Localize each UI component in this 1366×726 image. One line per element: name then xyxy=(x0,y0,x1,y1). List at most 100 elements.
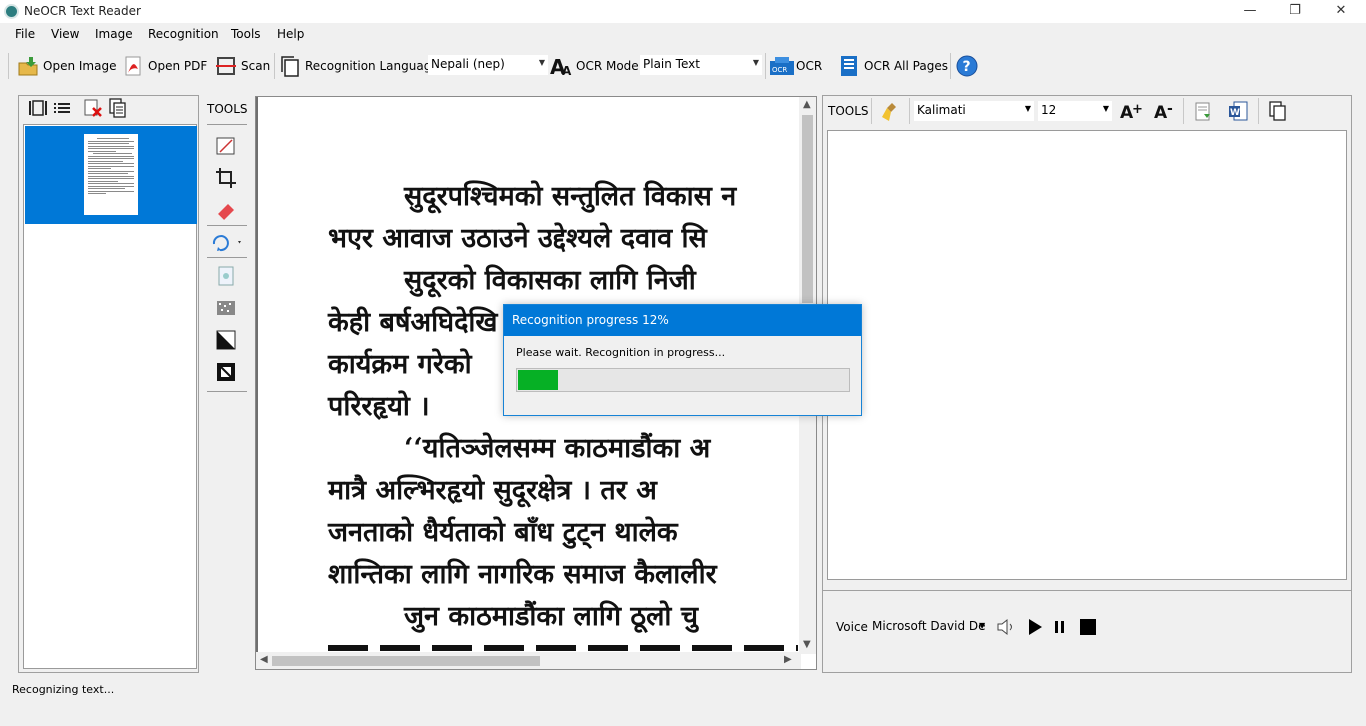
export-word-icon[interactable]: W xyxy=(1227,100,1249,125)
rotate-dropdown-icon[interactable] xyxy=(210,231,242,253)
svg-text:A: A xyxy=(562,64,572,77)
delete-page-icon[interactable] xyxy=(83,98,103,121)
draw-region-icon[interactable] xyxy=(215,135,237,157)
pdf-icon xyxy=(122,55,144,77)
voice-label: Voice xyxy=(836,620,868,634)
decrease-font-icon[interactable]: A- xyxy=(1153,100,1177,125)
increase-font-icon[interactable]: A + xyxy=(1119,100,1143,125)
document-ocr-icon xyxy=(838,55,860,77)
font-size-value: 12 xyxy=(1041,103,1057,117)
document-line: भएर आवाज उठाउने उद्देश्यले दवाव सि xyxy=(328,223,707,254)
recognition-language-label: Recognition Language xyxy=(305,59,439,73)
recognition-language-select[interactable]: Nepali (nep) ▼ xyxy=(428,55,548,75)
help-icon: ? xyxy=(956,55,978,77)
open-pdf-button[interactable]: Open PDF xyxy=(122,51,207,81)
recognized-text-panel: TOOLS Kalimati ▼ 12 ▼ A + A- W Voice Mic… xyxy=(822,95,1352,673)
ocr-all-pages-button[interactable]: OCR All Pages xyxy=(838,51,948,81)
crop-icon[interactable] xyxy=(215,167,237,189)
page-thumbnail-list[interactable] xyxy=(23,124,197,669)
close-button[interactable]: ✕ xyxy=(1318,0,1364,23)
help-button[interactable]: ? xyxy=(956,51,982,81)
font-size-select[interactable]: 12 ▼ xyxy=(1038,101,1112,121)
scroll-left-icon[interactable]: ◀ xyxy=(260,654,268,665)
save-text-icon[interactable] xyxy=(1192,101,1214,126)
image-tools-column: TOOLS xyxy=(204,95,249,395)
contrast-icon[interactable] xyxy=(215,329,237,351)
recognition-progress-dialog: Recognition progress 12% Please wait. Re… xyxy=(503,304,862,416)
menu-bar: File View Image Recognition Tools Help xyxy=(0,23,1366,45)
ocr-icon: OCR xyxy=(770,55,794,77)
copy-pages-icon[interactable] xyxy=(108,98,128,121)
font-size-icon: AA xyxy=(550,55,572,79)
menu-recognition[interactable]: Recognition xyxy=(148,27,219,41)
chevron-down-icon: ▼ xyxy=(1102,104,1109,113)
chevron-down-icon: ▼ xyxy=(1024,104,1031,113)
menu-view[interactable]: View xyxy=(51,27,79,41)
ocr-mode-select[interactable]: Plain Text ▼ xyxy=(640,55,762,75)
recognition-language-control: Recognition Language xyxy=(279,51,439,81)
thumbnail-view-icon[interactable] xyxy=(28,99,48,120)
voice-value: Microsoft David De xyxy=(872,619,986,633)
image-tools-label: TOOLS xyxy=(207,102,248,116)
scroll-right-icon[interactable]: ▶ xyxy=(784,654,792,665)
ocr-mode-control: AA OCR Mode xyxy=(550,51,639,81)
pages-icon xyxy=(279,55,301,77)
denoise-icon[interactable] xyxy=(215,297,237,319)
text-tools-label: TOOLS xyxy=(828,104,869,118)
open-image-button[interactable]: Open Image xyxy=(17,51,116,81)
scroll-up-icon[interactable]: ▲ xyxy=(803,99,811,110)
scan-button[interactable]: Scan xyxy=(215,51,270,81)
vertical-scroll-thumb[interactable] xyxy=(802,115,813,303)
chevron-down-icon: ▼ xyxy=(979,621,986,630)
speaker-icon[interactable] xyxy=(995,616,1017,641)
document-line: शान्तिका लागि नागरिक समाज कैलालीर xyxy=(328,559,717,590)
scroll-down-icon[interactable]: ▼ xyxy=(803,639,811,650)
app-icon xyxy=(4,4,19,19)
page-image-icon[interactable] xyxy=(215,265,237,287)
ocr-button[interactable]: OCR OCR xyxy=(770,51,822,81)
clear-text-icon[interactable] xyxy=(880,101,902,126)
page-thumbnail-selected[interactable] xyxy=(25,126,197,224)
window-title: NeOCR Text Reader xyxy=(24,4,141,18)
invert-icon[interactable] xyxy=(215,361,237,383)
recognized-text-area[interactable] xyxy=(827,130,1347,580)
menu-tools[interactable]: Tools xyxy=(231,27,261,41)
open-folder-icon xyxy=(17,55,39,77)
ocr-mode-label: OCR Mode xyxy=(576,59,639,73)
document-line: सुदूरको विकासका लागि निजी xyxy=(404,265,696,296)
copy-text-icon[interactable] xyxy=(1268,101,1288,124)
chevron-down-icon: ▼ xyxy=(752,58,759,67)
dialog-title: Recognition progress 12% xyxy=(504,305,861,336)
restore-button[interactable]: ❐ xyxy=(1272,0,1318,23)
title-bar: NeOCR Text Reader — ❐ ✕ xyxy=(0,0,1366,23)
scan-label: Scan xyxy=(241,59,271,73)
pages-panel xyxy=(18,95,199,673)
horizontal-scroll-thumb[interactable] xyxy=(272,656,540,666)
progress-bar xyxy=(516,368,850,392)
document-line-partial xyxy=(328,645,798,651)
document-line: केही बर्षअघिदेखि xyxy=(328,307,498,338)
menu-image[interactable]: Image xyxy=(95,27,133,41)
svg-text:A: A xyxy=(1154,103,1168,122)
menu-file[interactable]: File xyxy=(15,27,35,41)
svg-text:?: ? xyxy=(963,59,971,75)
voice-select[interactable]: Microsoft David De xyxy=(869,617,991,637)
stop-icon[interactable] xyxy=(1079,618,1097,639)
ocr-mode-value: Plain Text xyxy=(643,57,700,71)
ocr-label: OCR xyxy=(796,59,823,73)
pause-icon[interactable] xyxy=(1053,618,1067,639)
document-horizontal-scrollbar[interactable]: ◀ ▶ xyxy=(256,652,801,669)
menu-help[interactable]: Help xyxy=(277,27,304,41)
minimize-button[interactable]: — xyxy=(1227,0,1273,23)
eraser-icon[interactable] xyxy=(215,199,237,221)
svg-text:+: + xyxy=(1132,102,1143,117)
font-select[interactable]: Kalimati ▼ xyxy=(914,101,1034,121)
recognition-language-value: Nepali (nep) xyxy=(431,57,505,71)
svg-text:OCR: OCR xyxy=(772,66,787,74)
chevron-down-icon: ▼ xyxy=(538,58,545,67)
document-line: सुदूरपश्चिमको सन्तुलित विकास न xyxy=(404,181,737,212)
font-value: Kalimati xyxy=(917,103,966,117)
list-view-icon[interactable] xyxy=(53,99,71,120)
play-icon[interactable] xyxy=(1026,617,1044,640)
voice-bar: Voice Microsoft David De ▼ xyxy=(823,590,1351,672)
